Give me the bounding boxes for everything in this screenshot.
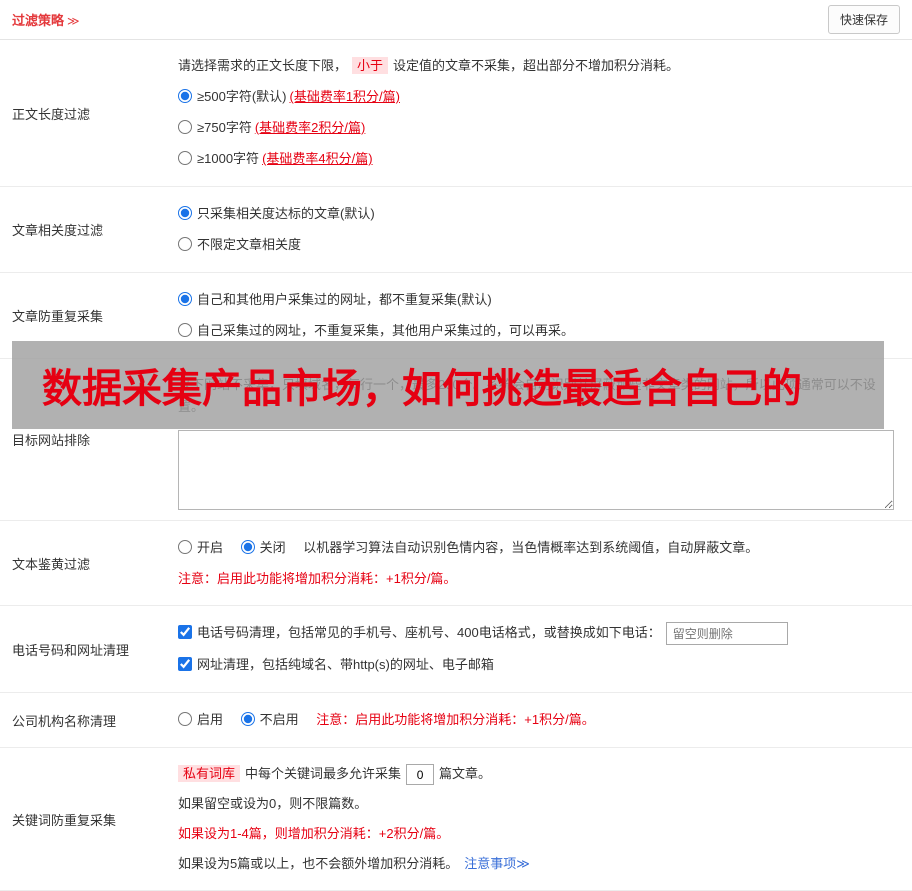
keyword-max-count-input[interactable] (406, 764, 435, 786)
dedup-self-radio[interactable] (178, 323, 192, 337)
dedup-option-global[interactable]: 自己和其他用户采集过的网址，都不重复采集(默认) (178, 289, 898, 311)
option-label: ≥1000字符 (197, 151, 260, 166)
relevance-strict-radio[interactable] (178, 206, 192, 220)
relevance-option-any[interactable]: 不限定文章相关度 (178, 234, 898, 256)
porn-option-off[interactable]: 关闭 (240, 540, 286, 555)
quick-save-button[interactable]: 快速保存 (827, 5, 900, 34)
section-label-length-filter: 正文长度过滤 (12, 106, 91, 122)
url-clean-checkbox[interactable] (178, 657, 192, 672)
length-1000-radio[interactable] (178, 151, 192, 165)
porn-filter-options: 开启 关闭 以机器学习算法自动识别色情内容，当色情概率达到系统阈值，自动屏蔽文章… (178, 537, 898, 559)
section-porn-filter: 文本鉴黄过滤 开启 关闭 以机器学习算法自动识别色情内容，当色情概率达到系统阈值… (0, 521, 912, 606)
porn-filter-desc: 以机器学习算法自动识别色情内容，当色情概率达到系统阈值，自动屏蔽文章。 (303, 540, 759, 555)
company-clean-options: 启用 不启用 注意：启用此功能将增加积分消耗：+1积分/篇。 (178, 709, 898, 731)
length-750-radio[interactable] (178, 120, 192, 134)
option-label: 不限定文章相关度 (197, 237, 302, 252)
ad-overlay-banner: 数据采集产品市场，如何挑选最适合自己的 (12, 341, 884, 429)
option-label: 开启 (197, 540, 224, 555)
keyword-dedup-line1: 私有词库中每个关键词最多允许采集篇文章。 (178, 763, 898, 786)
company-off-radio[interactable] (240, 712, 255, 727)
keyword-dedup-line2: 如果留空或设为0，则不限篇数。 (178, 796, 368, 812)
phone-clean-checkbox[interactable] (178, 625, 192, 639)
company-clean-on-option[interactable]: 启用 (178, 712, 223, 727)
option-label: 只采集相关度达标的文章(默认) (197, 206, 375, 221)
option-label: ≥750字符 (197, 120, 252, 135)
length-500-radio[interactable] (178, 89, 192, 103)
notes-link[interactable]: 注意事项≫ (464, 856, 530, 871)
phone-clean-option[interactable]: 电话号码清理，包括常见的手机号、座机号、400电话格式，或替换成如下电话： (178, 622, 898, 646)
section-phone-url-clean: 电话号码和网址清理 电话号码清理，包括常见的手机号、座机号、400电话格式，或替… (0, 606, 912, 694)
line1-mid-text: 中每个关键词最多允许采集 (245, 766, 402, 782)
page-title: 过滤策略 (12, 13, 65, 28)
site-exclude-textarea[interactable] (178, 430, 894, 510)
keyword-dedup-line4: 如果设为5篇或以上，也不会额外增加积分消耗。 注意事项≫ (178, 853, 898, 875)
desc-text-post: 设定值的文章不采集，超出部分不增加积分消耗。 (393, 58, 680, 73)
porn-filter-warning: 注意：启用此功能将增加积分消耗：+1积分/篇。 (178, 571, 457, 586)
page-title-wrap: 过滤策略 ≫ (12, 10, 80, 29)
desc-highlight: 小于 (352, 57, 389, 74)
line4-text: 如果设为5篇或以上，也不会额外增加积分消耗。 (178, 856, 459, 872)
top-toolbar: 过滤策略 ≫ 快速保存 (0, 0, 912, 40)
option-label: 启用 (197, 712, 224, 728)
option-note: (基础费率2积分/篇) (254, 120, 366, 135)
chevron-double-icon: ≫ (67, 14, 80, 28)
length-filter-desc: 请选择需求的正文长度下限， 小于 设定值的文章不采集，超出部分不增加积分消耗。 (178, 55, 898, 77)
porn-on-radio[interactable] (178, 540, 192, 554)
desc-text-pre: 请选择需求的正文长度下限， (178, 58, 348, 73)
company-clean-warning: 注意：启用此功能将增加积分消耗：+1积分/篇。 (316, 712, 595, 728)
length-option-500[interactable]: ≥500字符(默认) (基础费率1积分/篇) (178, 86, 898, 108)
section-label-company-clean: 公司机构名称清理 (12, 713, 117, 729)
section-relevance-filter: 文章相关度过滤 只采集相关度达标的文章(默认) 不限定文章相关度 (0, 187, 912, 273)
porn-option-on[interactable]: 开启 (178, 540, 223, 555)
dedup-option-self[interactable]: 自己采集过的网址，不重复采集，其他用户采集过的，可以再采。 (178, 320, 898, 342)
option-label: 自己采集过的网址，不重复采集，其他用户采集过的，可以再采。 (197, 323, 575, 338)
option-label: 关闭 (259, 540, 286, 555)
porn-off-radio[interactable] (240, 540, 255, 554)
company-clean-off-option[interactable]: 不启用 (240, 712, 299, 728)
dedup-global-radio[interactable] (178, 292, 192, 306)
option-label: 不启用 (259, 712, 299, 728)
option-label: ≥500字符(默认) (197, 89, 287, 104)
keyword-dedup-line3: 如果设为1-4篇，则增加积分消耗：+2积分/篇。 (178, 826, 450, 842)
section-label-phone-url-clean: 电话号码和网址清理 (12, 642, 130, 658)
section-length-filter: 正文长度过滤 请选择需求的正文长度下限， 小于 设定值的文章不采集，超出部分不增加积… (0, 40, 912, 187)
option-label: 自己和其他用户采集过的网址，都不重复采集(默认) (197, 292, 492, 307)
company-on-radio[interactable] (178, 712, 192, 727)
section-company-clean: 公司机构名称清理 启用 不启用 注意：启用此功能将增加积分消耗：+1积分/篇。 (0, 693, 912, 749)
section-label-porn-filter: 文本鉴黄过滤 (12, 556, 91, 572)
length-option-750[interactable]: ≥750字符 (基础费率2积分/篇) (178, 117, 898, 139)
length-option-1000[interactable]: ≥1000字符 (基础费率4积分/篇) (178, 148, 898, 170)
option-label: 网址清理，包括纯域名、带http(s)的网址、电子邮箱 (197, 657, 494, 673)
relevance-any-radio[interactable] (178, 237, 192, 251)
line1-post-text: 篇文章。 (439, 766, 492, 782)
url-clean-option[interactable]: 网址清理，包括纯域名、带http(s)的网址、电子邮箱 (178, 654, 898, 676)
relevance-option-strict[interactable]: 只采集相关度达标的文章(默认) (178, 203, 898, 225)
section-label-keyword-dedup: 关键词防重复采集 (12, 812, 117, 828)
section-label-relevance-filter: 文章相关度过滤 (12, 223, 104, 238)
option-note: (基础费率4积分/篇) (262, 151, 373, 166)
phone-replace-input[interactable] (665, 622, 788, 646)
option-label: 电话号码清理，包括常见的手机号、座机号、400电话格式，或替换成如下电话： (197, 625, 661, 640)
section-keyword-dedup: 关键词防重复采集 私有词库中每个关键词最多允许采集篇文章。 如果留空或设为0，则… (0, 748, 912, 891)
ad-overlay-text: 数据采集产品市场，如何挑选最适合自己的 (42, 367, 802, 411)
option-note: (基础费率1积分/篇) (289, 89, 400, 104)
